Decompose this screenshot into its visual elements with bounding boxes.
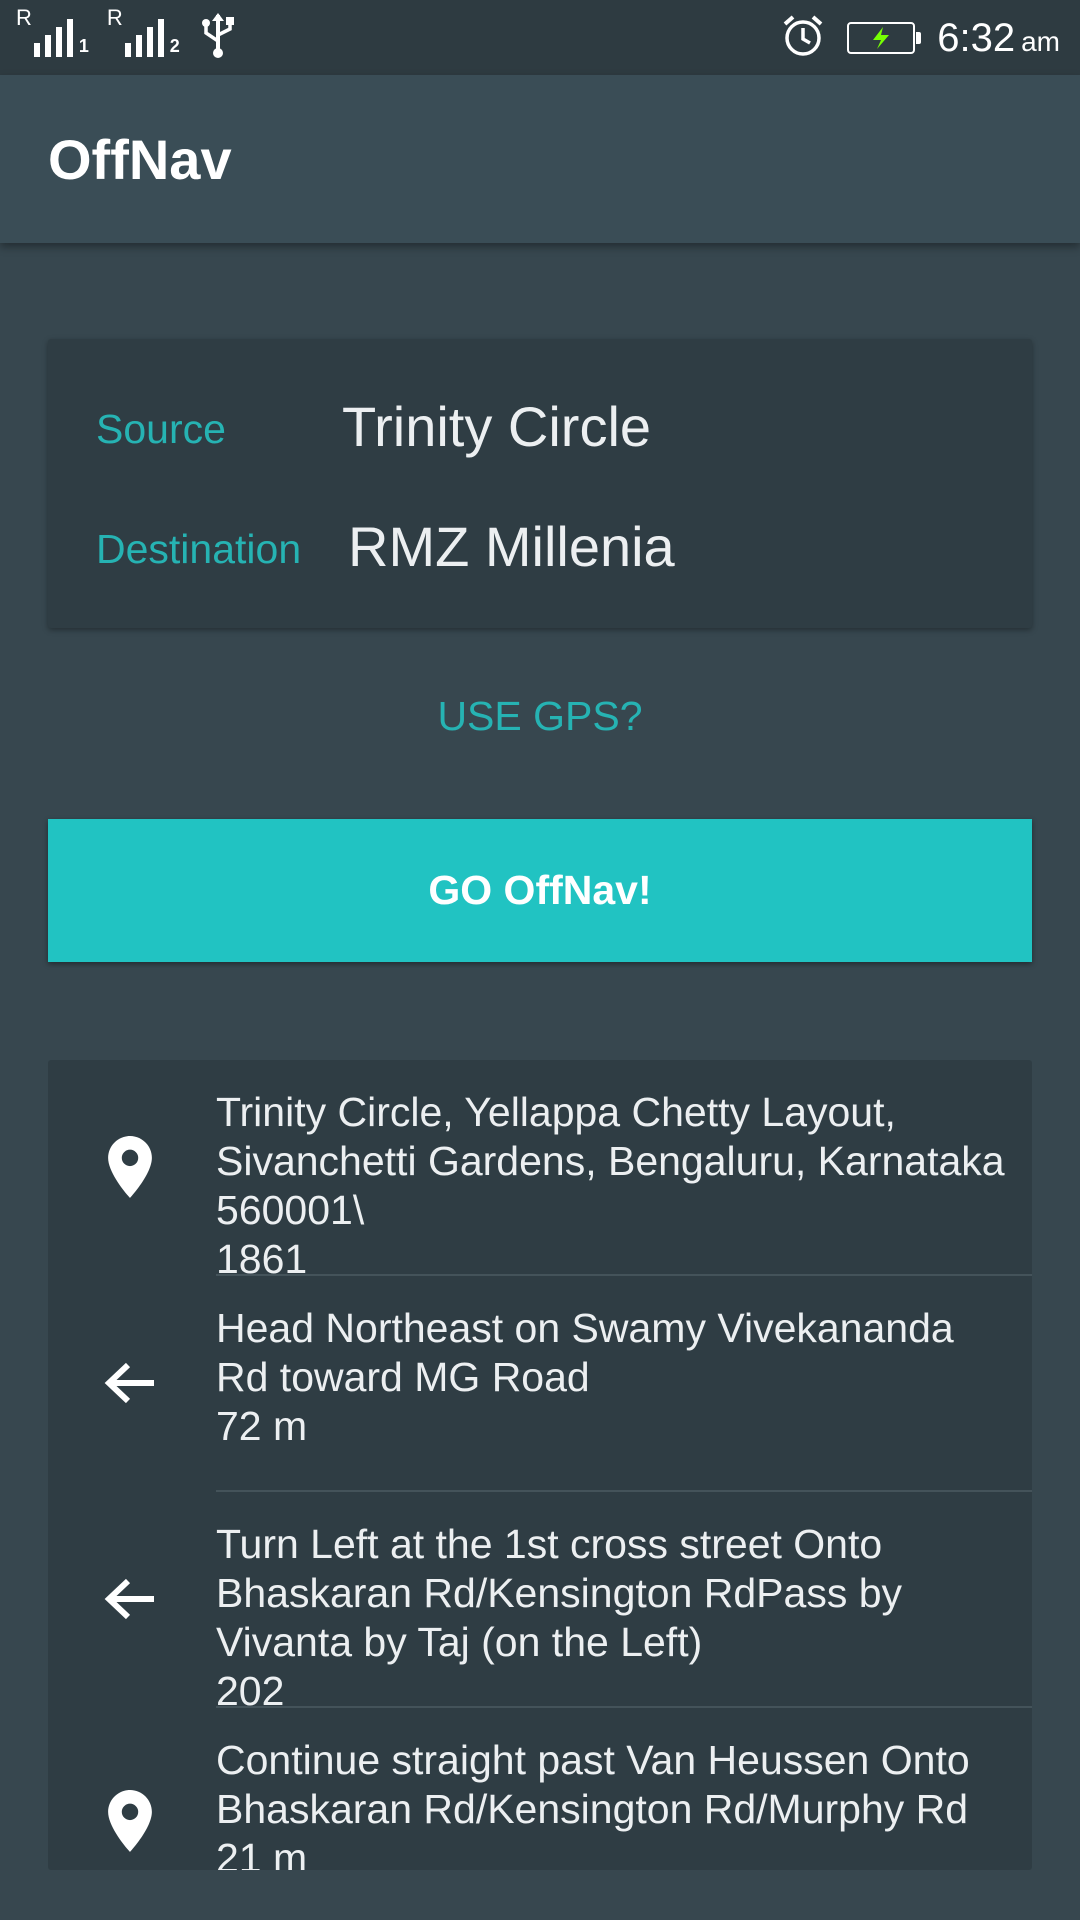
direction-item[interactable]: Continue straight past Van Heussen Onto … (48, 1708, 1032, 1870)
direction-line: 72 m (216, 1403, 308, 1449)
clock-time: 6:32 (937, 15, 1016, 60)
direction-line: 21 m (216, 1835, 308, 1870)
direction-line: Rd toward MG Road (216, 1354, 590, 1400)
destination-field[interactable]: RMZ Millenia (348, 514, 675, 579)
direction-text: Head Northeast on Swamy Vivekananda Rd t… (216, 1304, 1012, 1451)
direction-line: 560001\ (216, 1187, 365, 1233)
status-clock: 6:32 am (937, 16, 1060, 61)
status-right-icons: 6:32 am (781, 10, 1060, 66)
sim2-number: 2 (169, 36, 180, 56)
direction-line: Sivanchetti Gardens, Bengaluru, Karnatak… (216, 1138, 1005, 1184)
location-pin-icon (104, 1790, 156, 1852)
source-field[interactable]: Trinity Circle (342, 394, 651, 459)
direction-item[interactable]: Head Northeast on Swamy Vivekananda Rd t… (48, 1276, 1032, 1492)
status-bar: R 1 R 2 6:32 am (0, 0, 1080, 75)
direction-line: Vivanta by Taj (on the Left) (216, 1619, 703, 1665)
direction-line: 202 (216, 1668, 285, 1708)
direction-line: Bhaskaran Rd/Kensington Rd/Murphy Rd (216, 1786, 969, 1832)
app-bar: OffNav (0, 75, 1080, 243)
direction-line: Turn Left at the 1st cross street Onto (216, 1521, 883, 1567)
signal-sim2-icon: R 2 (106, 5, 180, 57)
direction-item[interactable]: Trinity Circle, Yellappa Chetty Layout, … (48, 1060, 1032, 1276)
directions-list: Trinity Circle, Yellappa Chetty Layout, … (48, 1060, 1032, 1870)
route-form-card: Source Trinity Circle Destination RMZ Mi… (48, 339, 1032, 628)
sim1-number: 1 (78, 36, 89, 56)
signal-sim1-icon: R 1 (16, 5, 89, 57)
direction-text: Trinity Circle, Yellappa Chetty Layout, … (216, 1088, 1012, 1276)
go-offnav-button[interactable]: GO OffNav! (48, 819, 1032, 962)
arrow-left-icon (104, 1352, 156, 1414)
direction-text: Continue straight past Van Heussen Onto … (216, 1736, 1012, 1870)
direction-line: Bhaskaran Rd/Kensington RdPass by (216, 1570, 903, 1616)
alarm-icon (781, 14, 825, 63)
battery-charging-icon (847, 22, 922, 54)
app-title: OffNav (48, 128, 232, 191)
source-label: Source (96, 406, 226, 452)
status-left-icons: R 1 R 2 (16, 5, 238, 64)
usb-icon (198, 11, 238, 64)
direction-item[interactable]: Turn Left at the 1st cross street Onto B… (48, 1492, 1032, 1708)
direction-text: Turn Left at the 1st cross street Onto B… (216, 1520, 1012, 1708)
direction-line: 1861 (216, 1236, 308, 1276)
destination-label: Destination (96, 526, 302, 572)
direction-line: Trinity Circle, Yellappa Chetty Layout, (216, 1089, 896, 1135)
direction-line: Head Northeast on Swamy Vivekananda (216, 1305, 954, 1351)
use-gps-button[interactable]: USE GPS? (0, 693, 1080, 740)
direction-line: Continue straight past Van Heussen Onto (216, 1737, 970, 1783)
arrow-left-icon (104, 1568, 156, 1630)
clock-ampm: am (1021, 25, 1060, 57)
location-pin-icon (104, 1136, 156, 1198)
